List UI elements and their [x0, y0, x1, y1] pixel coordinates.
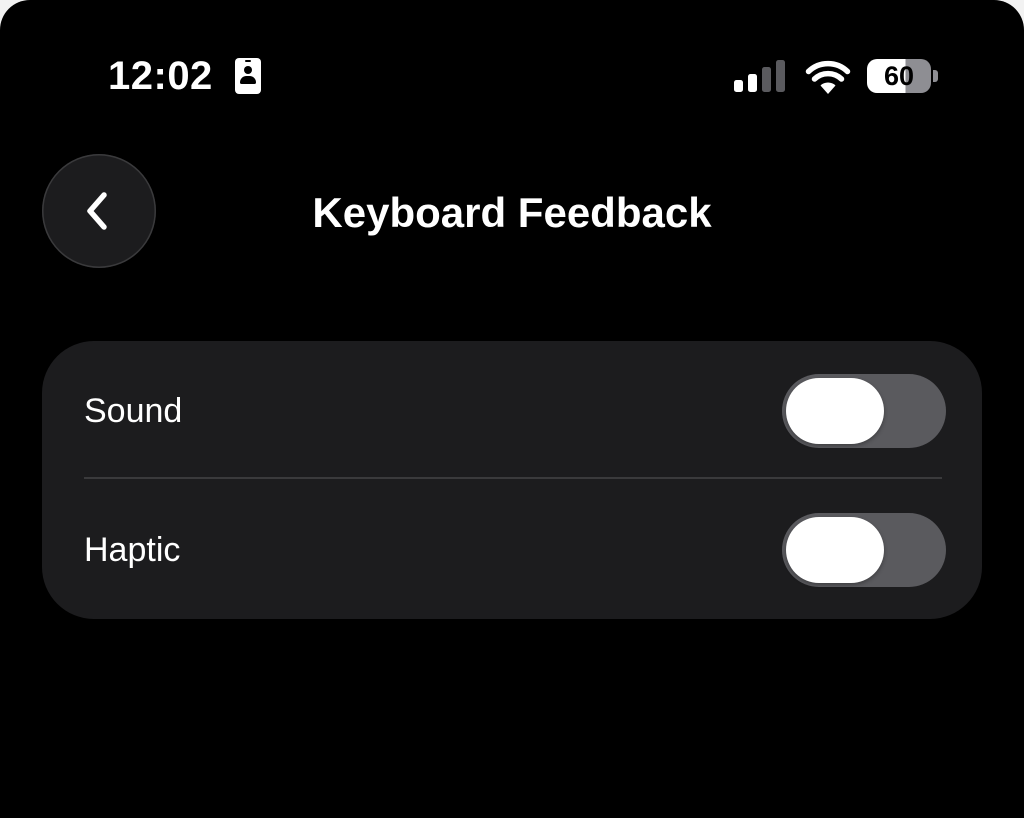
haptic-label: Haptic [84, 531, 181, 569]
toggle-knob [786, 517, 884, 583]
sound-toggle[interactable] [782, 374, 946, 448]
row-divider [84, 477, 942, 479]
toggle-knob [786, 378, 884, 444]
haptic-toggle[interactable] [782, 513, 946, 587]
battery-level: 60 [883, 61, 915, 91]
page-title: Keyboard Feedback [312, 189, 712, 236]
setting-row-sound: Sound [42, 341, 982, 480]
setting-row-haptic: Haptic [42, 480, 982, 619]
status-time: 12:02 [108, 54, 213, 98]
cellular-signal-icon [734, 60, 785, 92]
settings-group: Sound Haptic [42, 341, 982, 619]
contact-card-icon [235, 58, 261, 94]
screen: 12:02 60 Keyboard Feedback Sound Haptic [0, 0, 1024, 818]
wifi-icon [805, 60, 851, 94]
sound-label: Sound [84, 392, 183, 430]
battery-icon: 60 [867, 59, 939, 93]
